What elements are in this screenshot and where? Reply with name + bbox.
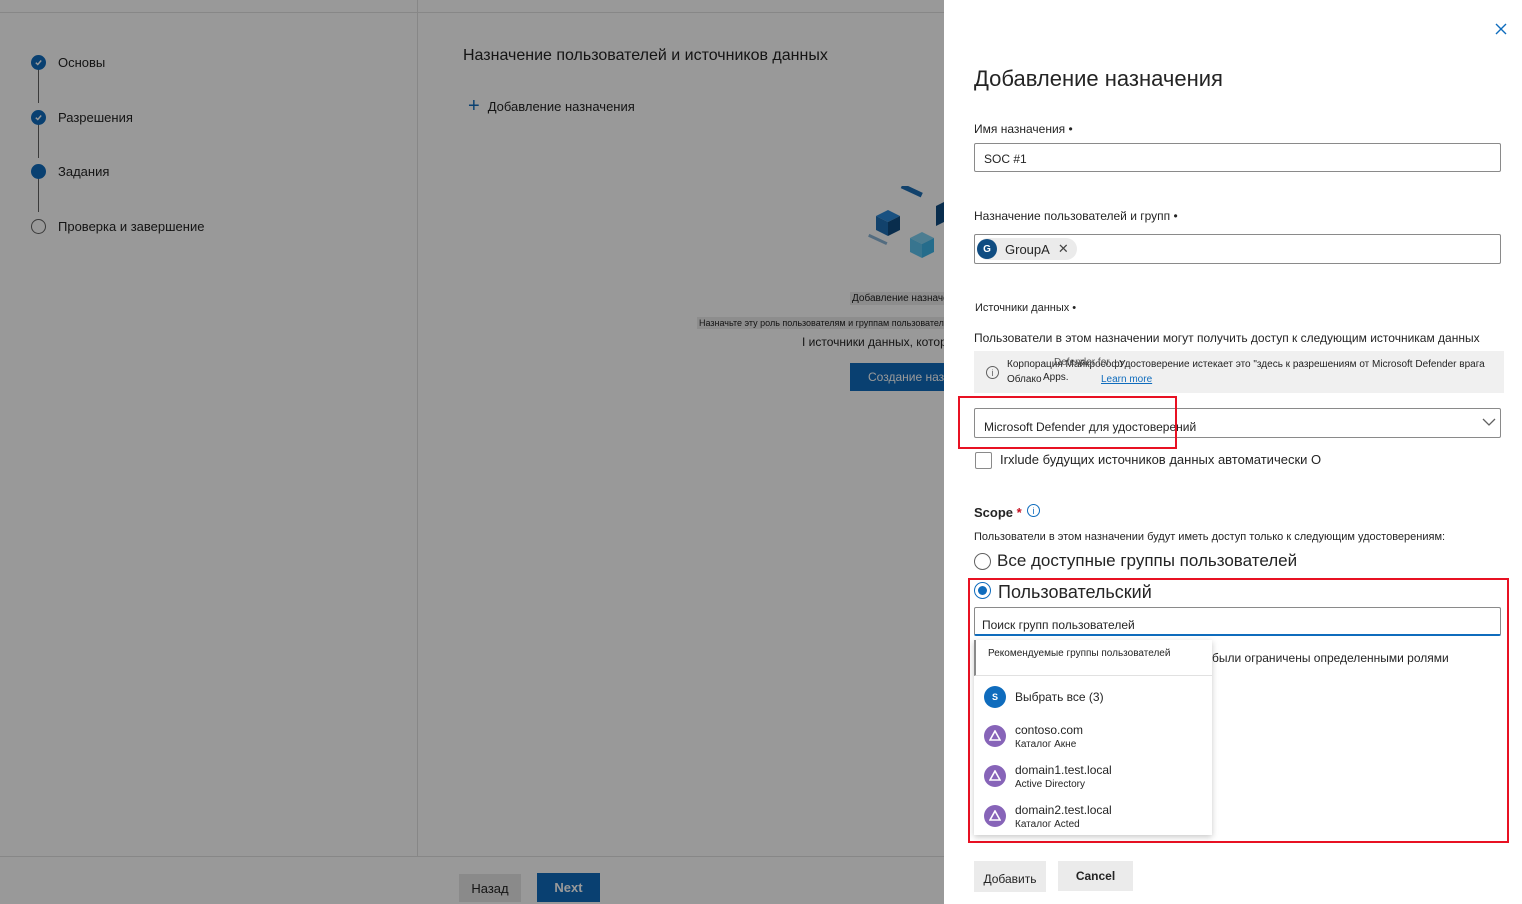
scope-hint-text: были ограничены определенными ролями [1212,651,1449,665]
info-message-bar: i Корпорация Майкрософт Defender for Обл… [974,351,1504,393]
suggestion-text: contoso.com Каталог Акне [1015,723,1083,750]
suggestion-item[interactable]: domain1.test.local Active Directory [984,761,1112,791]
info-text: Apps. [1043,372,1069,383]
panel-title: Добавление назначения [974,66,1223,91]
assignment-name-label: Имя назначения • [974,122,1073,136]
directory-icon [984,805,1006,827]
users-groups-label: Назначение пользователей и групп • [974,209,1178,223]
remove-icon[interactable]: ✕ [1058,241,1069,257]
group-chip: G GroupA ✕ [977,238,1077,260]
chevron-down-icon[interactable] [1482,417,1496,427]
suggestion-text: domain1.test.local Active Directory [1015,763,1112,790]
data-sources-description: Пользователи в этом назначении могут пол… [974,331,1480,345]
suggestion-text: domain2.test.local Каталог Acted [1015,803,1112,830]
suggestions-header: Рекомендуемые группы пользователей [974,640,1212,676]
directory-icon [984,725,1006,747]
include-future-label: Irxlude будущих источников данных автома… [1000,452,1322,467]
required-mark: * [1016,505,1022,520]
scope-label-text: Scope [974,505,1014,520]
include-future-checkbox[interactable] [975,452,992,469]
info-text: Облако [1007,374,1042,385]
modal-overlay[interactable] [0,0,944,904]
suggestion-text: Выбрать все (3) [1015,690,1104,704]
suggestion-name: domain2.test.local [1015,802,1112,817]
info-text: Defender for [1054,357,1110,368]
directory-icon [984,765,1006,787]
close-icon[interactable] [1492,20,1510,38]
suggestion-item[interactable]: contoso.com Каталог Акне [984,721,1083,751]
suggestion-item[interactable]: domain2.test.local Каталог Acted [984,801,1112,831]
group-chip-label: GroupA [1005,241,1050,257]
suggestion-name: Выбрать все (3) [1015,690,1104,704]
scope-label: Scope * [974,505,1022,520]
suggestion-select-all[interactable]: S Выбрать все (3) [984,682,1104,712]
learn-more-link[interactable]: Learn more [1101,374,1152,385]
suggestions-dropdown: Рекомендуемые группы пользователей S Выб… [974,640,1212,835]
cancel-button[interactable]: Cancel [1058,861,1133,891]
avatar: S [984,686,1006,708]
suggestion-subtitle: Active Directory [1015,778,1086,790]
add-button[interactable]: Добавить [974,861,1046,892]
group-avatar: G [977,239,997,259]
group-search-input[interactable]: Поиск групп пользователей [974,607,1501,636]
scope-description: Пользователи в этом назначении будут име… [974,531,1446,543]
suggestion-subtitle: Каталог Акне [1015,738,1077,750]
highlight-box [958,396,1177,449]
suggestion-subtitle: Каталог Acted [1015,818,1080,830]
suggestion-name: domain1.test.local [1015,762,1112,777]
data-sources-label: Источники данных • [975,302,1077,314]
info-text: Удостоверение истекает это "здесь к разр… [1119,359,1485,370]
radio-all-groups[interactable] [974,553,991,570]
radio-all-groups-label: Все доступные группы пользователей [997,551,1298,570]
add-assignment-panel: Добавление назначения Имя назначения • S… [944,0,1522,904]
suggestion-name: contoso.com [1015,722,1084,737]
assignment-name-field[interactable]: SOC #1 [974,143,1501,172]
info-icon[interactable]: i [1027,504,1040,517]
info-icon: i [986,366,999,379]
